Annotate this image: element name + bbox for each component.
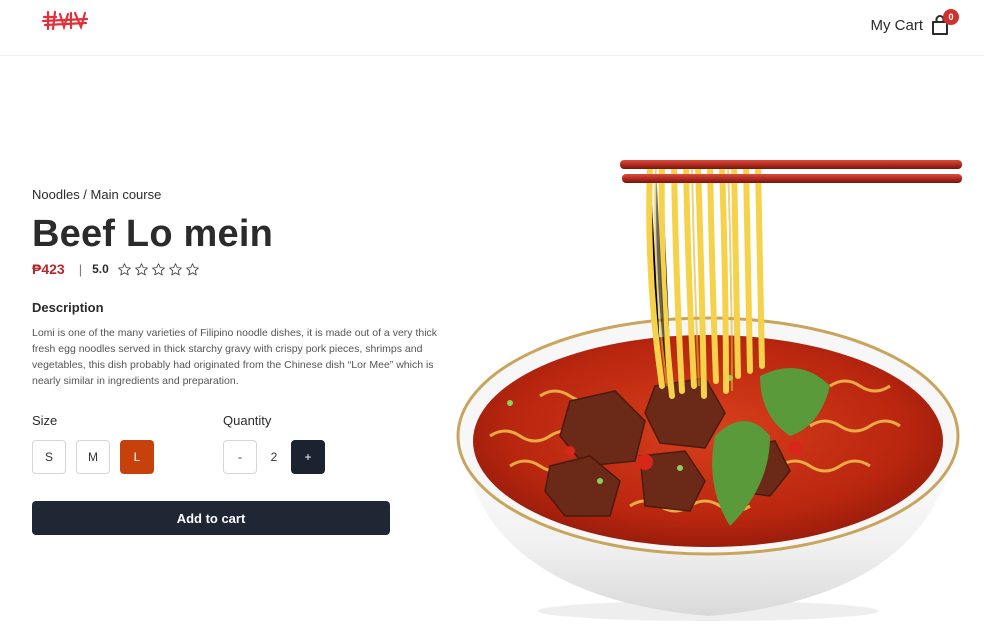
product-meta: ₱423 | 5.0 — [32, 260, 452, 278]
quantity-decrement-button[interactable]: - — [223, 440, 257, 474]
meta-separator: | — [78, 261, 83, 277]
cart-label: My Cart — [870, 16, 924, 34]
quantity-increment-button[interactable]: + — [291, 440, 325, 474]
quantity-value: 2 — [270, 450, 278, 464]
quantity-stepper: Quantity - 2 + — [223, 413, 325, 474]
noodle-bowl-illustration — [456, 160, 962, 621]
quantity-controls: - 2 + — [223, 440, 325, 474]
size-buttons: S M L — [32, 440, 223, 474]
quantity-label: Quantity — [223, 413, 272, 428]
my-cart-button[interactable]: My Cart 0 — [870, 9, 959, 36]
noodle-brand-logo-icon — [41, 10, 89, 31]
shopping-bag-icon: 0 — [930, 9, 959, 36]
add-to-cart-button[interactable]: Add to cart — [32, 501, 390, 535]
size-label: Size — [32, 413, 58, 428]
description-heading: Description — [32, 300, 104, 315]
product-image — [450, 146, 970, 626]
rating-value: 5.0 — [92, 262, 109, 276]
rating-stars — [117, 262, 200, 277]
size-button-m[interactable]: M — [76, 440, 110, 474]
description-text: Lomi is one of the many varieties of Fil… — [32, 327, 438, 387]
size-button-s[interactable]: S — [32, 440, 66, 474]
product-price: ₱423 — [32, 261, 65, 277]
star-outline-icon — [117, 262, 131, 275]
product-options: Size S M L Quantity - 2 + — [32, 413, 452, 474]
product-title: Beef Lo mein — [32, 213, 273, 255]
star-outline-icon — [168, 262, 182, 275]
brand-logo[interactable] — [41, 7, 89, 37]
product-details: Noodles / Main course Beef Lo mein ₱423 … — [32, 186, 452, 535]
star-outline-icon — [151, 262, 165, 275]
star-outline-icon — [185, 262, 199, 275]
size-selector: Size S M L — [32, 413, 223, 474]
top-header: My Cart 0 — [0, 0, 984, 56]
cart-count-badge: 0 — [943, 9, 959, 25]
star-outline-icon — [134, 262, 148, 275]
breadcrumb[interactable]: Noodles / Main course — [32, 186, 452, 204]
size-button-l[interactable]: L — [120, 440, 154, 474]
